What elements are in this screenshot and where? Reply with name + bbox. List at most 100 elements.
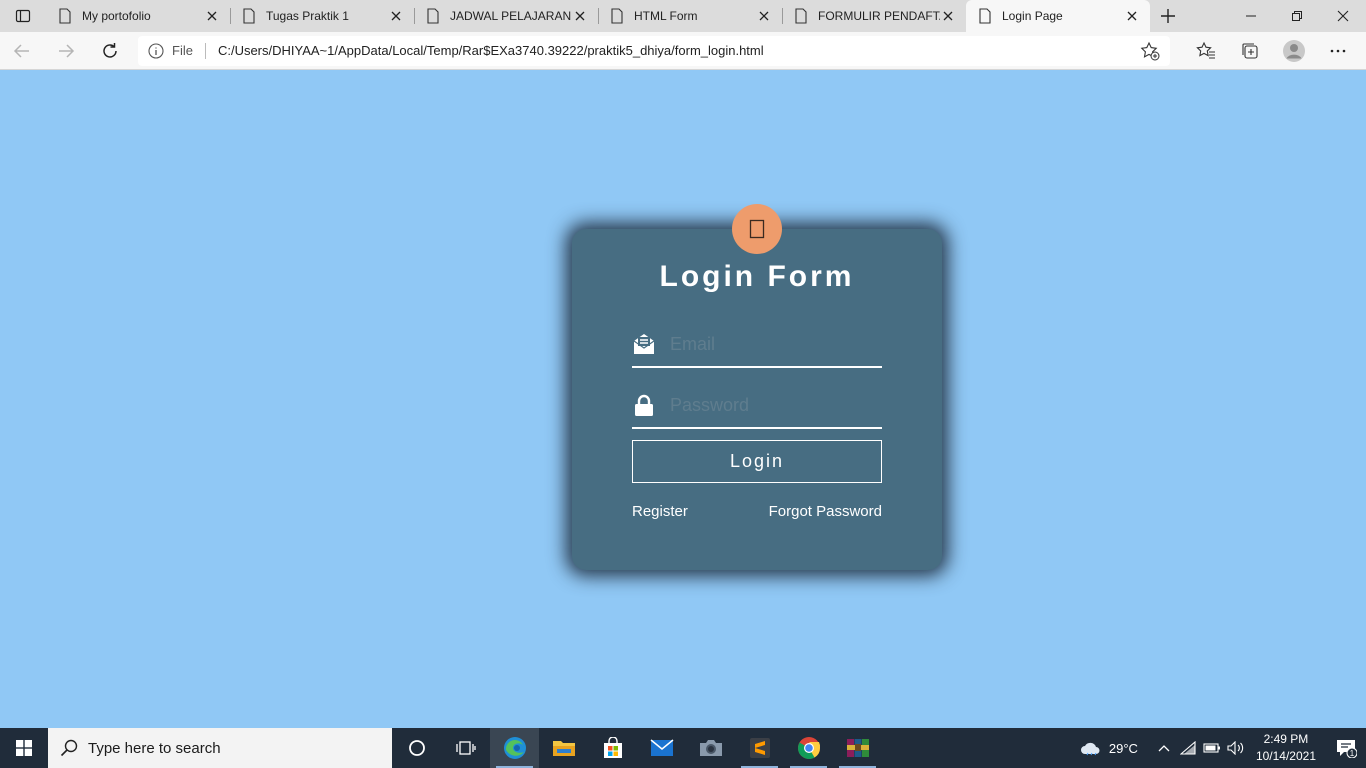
address-bar[interactable]: File C:/Users/DHIYAA~1/AppData/Local/Tem…	[138, 35, 1170, 66]
login-button[interactable]: Login	[632, 440, 882, 483]
missing-glyph-icon	[749, 219, 765, 239]
search-icon	[60, 739, 78, 757]
profile-button[interactable]	[1272, 32, 1316, 70]
user-avatar	[732, 204, 782, 254]
login-title: Login Form	[659, 260, 855, 293]
cortana-circle-icon	[408, 740, 425, 756]
tab-title: FORMULIR PENDAFTA	[818, 9, 940, 23]
tab-tugas-praktik-1[interactable]: Tugas Praktik 1	[230, 0, 414, 32]
back-arrow-icon	[13, 43, 29, 58]
browser-toolbar: File C:/Users/DHIYAA~1/AppData/Local/Tem…	[0, 32, 1366, 70]
forward-arrow-icon	[59, 43, 75, 58]
tab-title: JADWAL PELAJARAN K	[450, 9, 572, 23]
tab-close-icon[interactable]	[204, 8, 220, 24]
page-icon	[427, 8, 439, 24]
page-icon	[979, 8, 991, 24]
battery-icon	[1203, 743, 1220, 753]
profile-avatar-icon	[1283, 39, 1305, 62]
tab-login-page[interactable]: Login Page	[966, 0, 1150, 32]
tab-title: Tugas Praktik 1	[266, 9, 349, 23]
email-input[interactable]	[670, 333, 870, 355]
mail-icon	[650, 739, 673, 756]
task-view-icon	[455, 741, 476, 755]
volume-button[interactable]	[1224, 728, 1248, 768]
register-link[interactable]: Register	[632, 503, 688, 520]
add-favorite-icon[interactable]	[1140, 41, 1160, 61]
restore-icon	[1292, 11, 1302, 21]
email-field-container	[632, 328, 882, 368]
tab-jadwal-pelajaran[interactable]: JADWAL PELAJARAN K	[414, 0, 598, 32]
restore-button[interactable]	[1274, 0, 1320, 32]
show-hidden-icons-button[interactable]	[1152, 728, 1176, 768]
notification-icon: 1	[1337, 740, 1357, 758]
taskbar-mail[interactable]	[637, 728, 686, 768]
windows-logo-icon	[16, 740, 32, 756]
new-tab-button[interactable]	[1150, 0, 1186, 32]
page-icon	[243, 8, 255, 24]
cloud-icon	[1080, 742, 1100, 756]
tab-close-icon[interactable]	[940, 8, 956, 24]
auth-links: Register Forgot Password	[632, 503, 882, 520]
taskbar: Type here to search 29°C 2:49 PM 10/14/2…	[0, 728, 1366, 768]
weather-temperature: 29°C	[1108, 740, 1138, 756]
taskbar-file-explorer[interactable]	[539, 728, 588, 768]
taskbar-microsoft-store[interactable]	[588, 728, 637, 768]
tab-strip: My portofolio Tugas Praktik 1 JADWAL PEL…	[0, 0, 1366, 32]
taskbar-edge[interactable]	[490, 728, 539, 768]
page-icon	[59, 8, 71, 24]
tab-actions-icon	[15, 9, 31, 23]
tab-close-icon[interactable]	[572, 8, 588, 24]
search-placeholder: Type here to search	[88, 739, 221, 757]
speaker-icon	[1227, 741, 1244, 755]
chevron-up-icon	[1158, 745, 1170, 752]
tab-close-icon[interactable]	[1124, 8, 1140, 24]
battery-button[interactable]	[1200, 728, 1224, 768]
action-center-button[interactable]: 1	[1326, 728, 1366, 768]
clock-time: 2:49 PM	[1263, 732, 1309, 746]
password-input[interactable]	[670, 394, 870, 416]
taskbar-sublime-text[interactable]	[735, 728, 784, 768]
cortana-button[interactable]	[392, 728, 441, 768]
edge-icon	[503, 737, 526, 759]
tab-title: HTML Form	[634, 9, 698, 23]
address-divider	[204, 42, 206, 59]
notification-count: 1	[1350, 749, 1355, 758]
refresh-button[interactable]	[88, 32, 132, 70]
back-button[interactable]	[0, 32, 44, 70]
tab-html-form[interactable]: HTML Form	[598, 0, 782, 32]
network-button[interactable]	[1176, 728, 1200, 768]
login-card: Login Form Login Register Forgot Passwor…	[572, 204, 942, 570]
task-view-button[interactable]	[441, 728, 490, 768]
favorites-icon	[1196, 41, 1215, 59]
close-window-button[interactable]	[1320, 0, 1366, 32]
taskbar-winrar[interactable]	[833, 728, 882, 768]
folder-icon	[552, 741, 575, 756]
tab-actions-button[interactable]	[0, 0, 46, 32]
taskbar-chrome[interactable]	[784, 728, 833, 768]
taskbar-search-box[interactable]: Type here to search	[48, 728, 392, 768]
favorites-button[interactable]	[1184, 32, 1228, 70]
info-icon[interactable]	[148, 42, 164, 59]
tab-close-icon[interactable]	[388, 8, 404, 24]
sublime-text-icon	[749, 738, 770, 758]
url-text[interactable]: C:/Users/DHIYAA~1/AppData/Local/Temp/Rar…	[218, 43, 1140, 58]
start-button[interactable]	[0, 728, 48, 768]
collections-button[interactable]	[1228, 32, 1272, 70]
page-icon	[611, 8, 623, 24]
forgot-password-link[interactable]: Forgot Password	[769, 503, 882, 520]
tab-close-icon[interactable]	[756, 8, 772, 24]
wifi-icon	[1179, 741, 1196, 755]
refresh-icon	[103, 42, 117, 58]
weather-widget[interactable]: 29°C	[1079, 740, 1138, 756]
taskbar-camera[interactable]	[686, 728, 735, 768]
forward-button[interactable]	[44, 32, 88, 70]
store-bag-icon	[603, 737, 622, 758]
tab-my-portofolio[interactable]: My portofolio	[46, 0, 230, 32]
taskbar-clock[interactable]: 2:49 PM 10/14/2021	[1256, 731, 1316, 765]
lock-icon	[635, 394, 653, 416]
tab-title: Login Page	[1002, 9, 1063, 23]
tab-formulir-pendaftaran[interactable]: FORMULIR PENDAFTA	[782, 0, 966, 32]
minimize-button[interactable]	[1228, 0, 1274, 32]
clock-date: 10/14/2021	[1255, 749, 1316, 763]
settings-menu-button[interactable]	[1316, 32, 1360, 70]
